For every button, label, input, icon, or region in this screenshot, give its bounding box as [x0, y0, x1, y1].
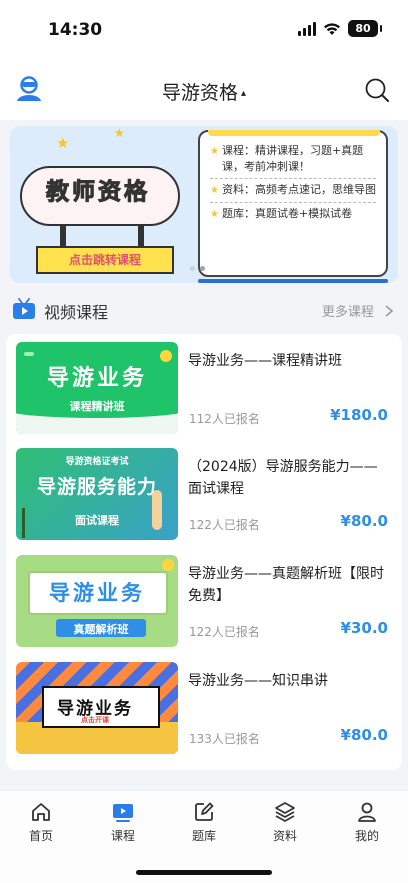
- star-bullet-icon: ★: [210, 185, 219, 196]
- course-price: ¥80.0: [340, 512, 388, 530]
- course-title: 导游业务——课程精讲班: [188, 353, 342, 369]
- nav-bar: 导游资格 ▴: [0, 60, 408, 120]
- course-title: （2024版）导游服务能力——面试课程: [188, 459, 378, 497]
- tab-question-bank[interactable]: 题库: [174, 801, 234, 844]
- video-course-section-header: 视频课程 更多课程: [12, 296, 400, 324]
- course-thumbnail: 导游资格证考试 导游服务能力 面试课程: [16, 448, 178, 540]
- course-title: 导游业务——知识串讲: [188, 673, 328, 689]
- enrollment-count: 122人已报名: [189, 518, 260, 532]
- battery-icon: 80: [348, 20, 382, 37]
- chevron-right-icon: [385, 305, 394, 317]
- tab-courses[interactable]: 课程: [93, 801, 153, 844]
- banner-sign[interactable]: 点击跳转课程: [36, 246, 174, 274]
- course-item[interactable]: 导游业务 真题解析班 导游业务——真题解析班【限时免费】 122人已报名 ¥30…: [16, 555, 392, 647]
- card-clip: [208, 130, 380, 136]
- banner-headline: 教师资格: [46, 179, 150, 206]
- layers-icon: [275, 802, 295, 822]
- star-bullet-icon: ★: [210, 209, 219, 220]
- enrollment-count: 112人已报名: [189, 412, 260, 426]
- tab-home[interactable]: 首页: [11, 801, 71, 844]
- star-bullet-icon: ★: [210, 146, 219, 157]
- person-icon: [358, 802, 376, 822]
- banner-feature-card: ★ 课程：精讲课程，习题+真题课，考前冲刺课！ ★ 资料：高频考点速记，思维导图 ★…: [198, 130, 388, 277]
- edit-icon: [195, 802, 214, 821]
- enrollment-count: 133人已报名: [189, 732, 260, 746]
- video-course-icon: [113, 804, 133, 822]
- status-time: 14:30: [48, 20, 103, 40]
- caret-down-icon: ▴: [240, 88, 247, 99]
- carousel-indicator: [190, 266, 205, 271]
- banner-line: ★ 资料：高频考点速记，思维导图: [210, 179, 376, 203]
- course-price: ¥80.0: [340, 726, 388, 744]
- course-title: 导游业务——真题解析班【限时免费】: [188, 566, 384, 604]
- subject-selector[interactable]: 导游资格 ▴: [0, 78, 408, 105]
- banner-line: ★ 题库：真题试卷+模拟试卷: [210, 203, 376, 226]
- course-list: 导游业务 课程精讲班 导游业务——课程精讲班 112人已报名 ¥180.0 导游…: [6, 334, 402, 770]
- enrollment-count: 122人已报名: [189, 625, 260, 639]
- promo-banner[interactable]: ★ ★ ★ 教师资格 点击跳转课程 ★课程：精讲课程，习题+真题课，考前冲刺课！…: [10, 126, 398, 283]
- star-icon: ★: [56, 134, 70, 152]
- banner-accent-bar: [198, 279, 388, 283]
- more-courses-link[interactable]: 更多课程: [322, 301, 394, 320]
- status-bar: 14:30 80: [0, 0, 408, 60]
- tab-profile[interactable]: 我的: [337, 801, 397, 844]
- subject-title: 导游资格: [161, 82, 238, 104]
- status-icons: 80: [298, 20, 382, 37]
- course-price: ¥30.0: [340, 619, 388, 637]
- course-item[interactable]: 导游业务 点击开课 导游业务——知识串讲 133人已报名 ¥80.0: [16, 662, 392, 754]
- course-thumbnail: 导游业务 真题解析班: [16, 555, 178, 647]
- course-item[interactable]: 导游业务 课程精讲班 导游业务——课程精讲班 112人已报名 ¥180.0: [16, 342, 392, 434]
- home-icon: [32, 803, 50, 821]
- home-indicator: [136, 870, 272, 875]
- tab-materials[interactable]: 资料: [255, 801, 315, 844]
- wifi-icon: [324, 22, 340, 35]
- cellular-signal-icon: [298, 21, 316, 36]
- course-item[interactable]: 导游资格证考试 导游服务能力 面试课程 （2024版）导游服务能力——面试课程 …: [16, 448, 392, 540]
- star-icon: ★: [114, 126, 125, 140]
- tv-icon: [13, 298, 35, 319]
- section-title: 视频课程: [44, 303, 109, 322]
- search-icon[interactable]: [364, 77, 390, 103]
- course-thumbnail: 导游业务 点击开课: [16, 662, 178, 754]
- banner-line: ★ 课程：精讲课程，习题+真题课，考前冲刺课！: [210, 140, 376, 179]
- course-price: ¥180.0: [330, 406, 388, 424]
- course-thumbnail: 导游业务 课程精讲班: [16, 342, 178, 434]
